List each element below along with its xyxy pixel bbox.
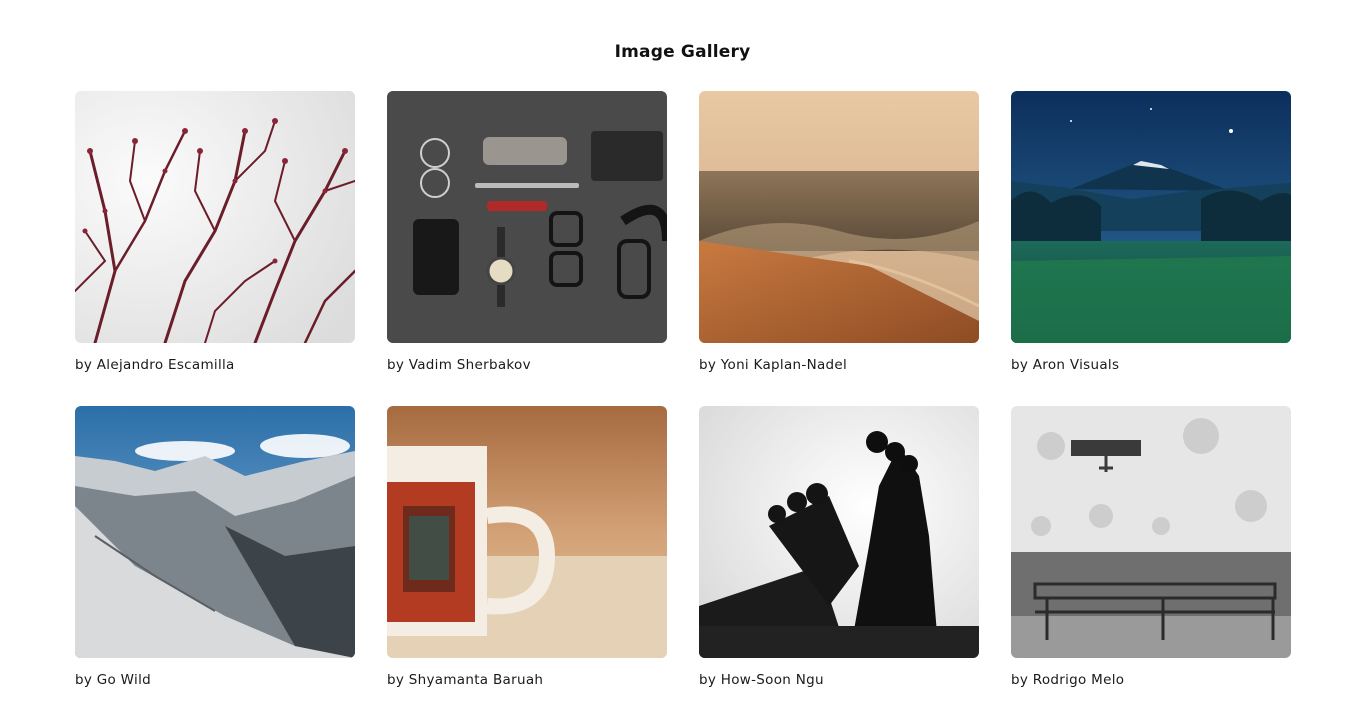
gallery-page: Image Gallery by Alejandro Escamilla by … [0, 0, 1349, 703]
photo-caption: by Aron Visuals [1011, 357, 1120, 373]
photo-flowering-branches[interactable] [75, 91, 355, 343]
photo-caption: by Go Wild [75, 672, 151, 688]
photo-caption: by How-Soon Ngu [699, 672, 824, 688]
gallery-card: by Vadim Sherbakov [387, 91, 667, 373]
gallery-card: by Alejandro Escamilla [75, 91, 355, 373]
photo-snowy-mountains[interactable] [75, 406, 355, 658]
photo-caption: by Shyamanta Baruah [387, 672, 544, 688]
photo-caption: by Rodrigo Melo [1011, 672, 1125, 688]
photo-caption: by Alejandro Escamilla [75, 357, 235, 373]
photo-bench-wall[interactable] [1011, 406, 1291, 658]
photo-bare-feet[interactable] [699, 406, 979, 658]
gallery-card: by Yoni Kaplan-Nadel [699, 91, 979, 373]
gallery-card: by Aron Visuals [1011, 91, 1291, 373]
photo-night-mountain[interactable] [1011, 91, 1291, 343]
photo-coffee-mug[interactable] [387, 406, 667, 658]
photo-flatlay-accessories[interactable] [387, 91, 667, 343]
gallery-card: by How-Soon Ngu [699, 406, 979, 688]
photo-caption: by Vadim Sherbakov [387, 357, 531, 373]
gallery-card: by Shyamanta Baruah [387, 406, 667, 688]
photo-beach-waves[interactable] [699, 91, 979, 343]
page-title: Image Gallery [614, 42, 751, 62]
photo-caption: by Yoni Kaplan-Nadel [699, 357, 848, 373]
gallery-card: by Go Wild [75, 406, 355, 688]
gallery-card: by Rodrigo Melo [1011, 406, 1291, 688]
